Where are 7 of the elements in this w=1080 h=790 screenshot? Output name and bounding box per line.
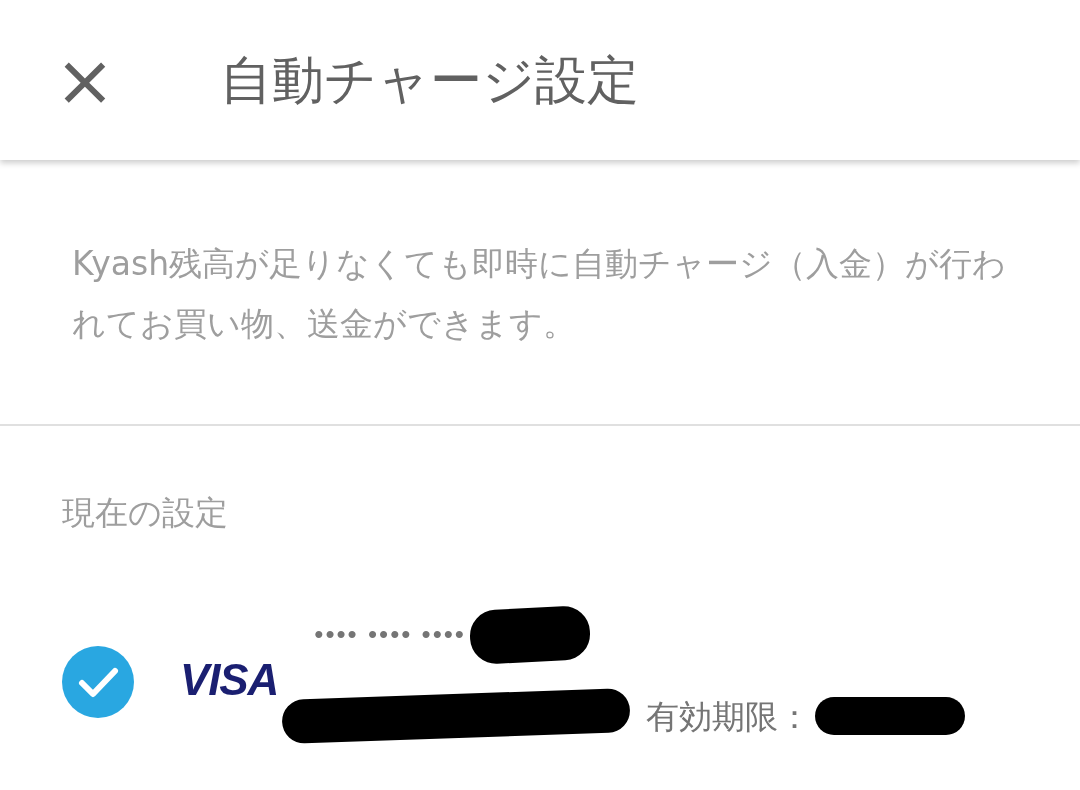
card-brand: VISA bbox=[180, 657, 279, 702]
close-button[interactable]: × bbox=[52, 47, 118, 113]
description-text: Kyash残高が足りなくても即時に自動チャージ（入金）が行われてお買い物、送金ができます。 bbox=[72, 243, 1008, 345]
masked-card-number: •••• •••• •••• bbox=[314, 618, 466, 651]
page-title: 自動チャージ設定 bbox=[220, 49, 639, 112]
expiry-label: 有効期限： bbox=[646, 695, 812, 738]
section-heading: 現在の設定 bbox=[62, 492, 229, 534]
